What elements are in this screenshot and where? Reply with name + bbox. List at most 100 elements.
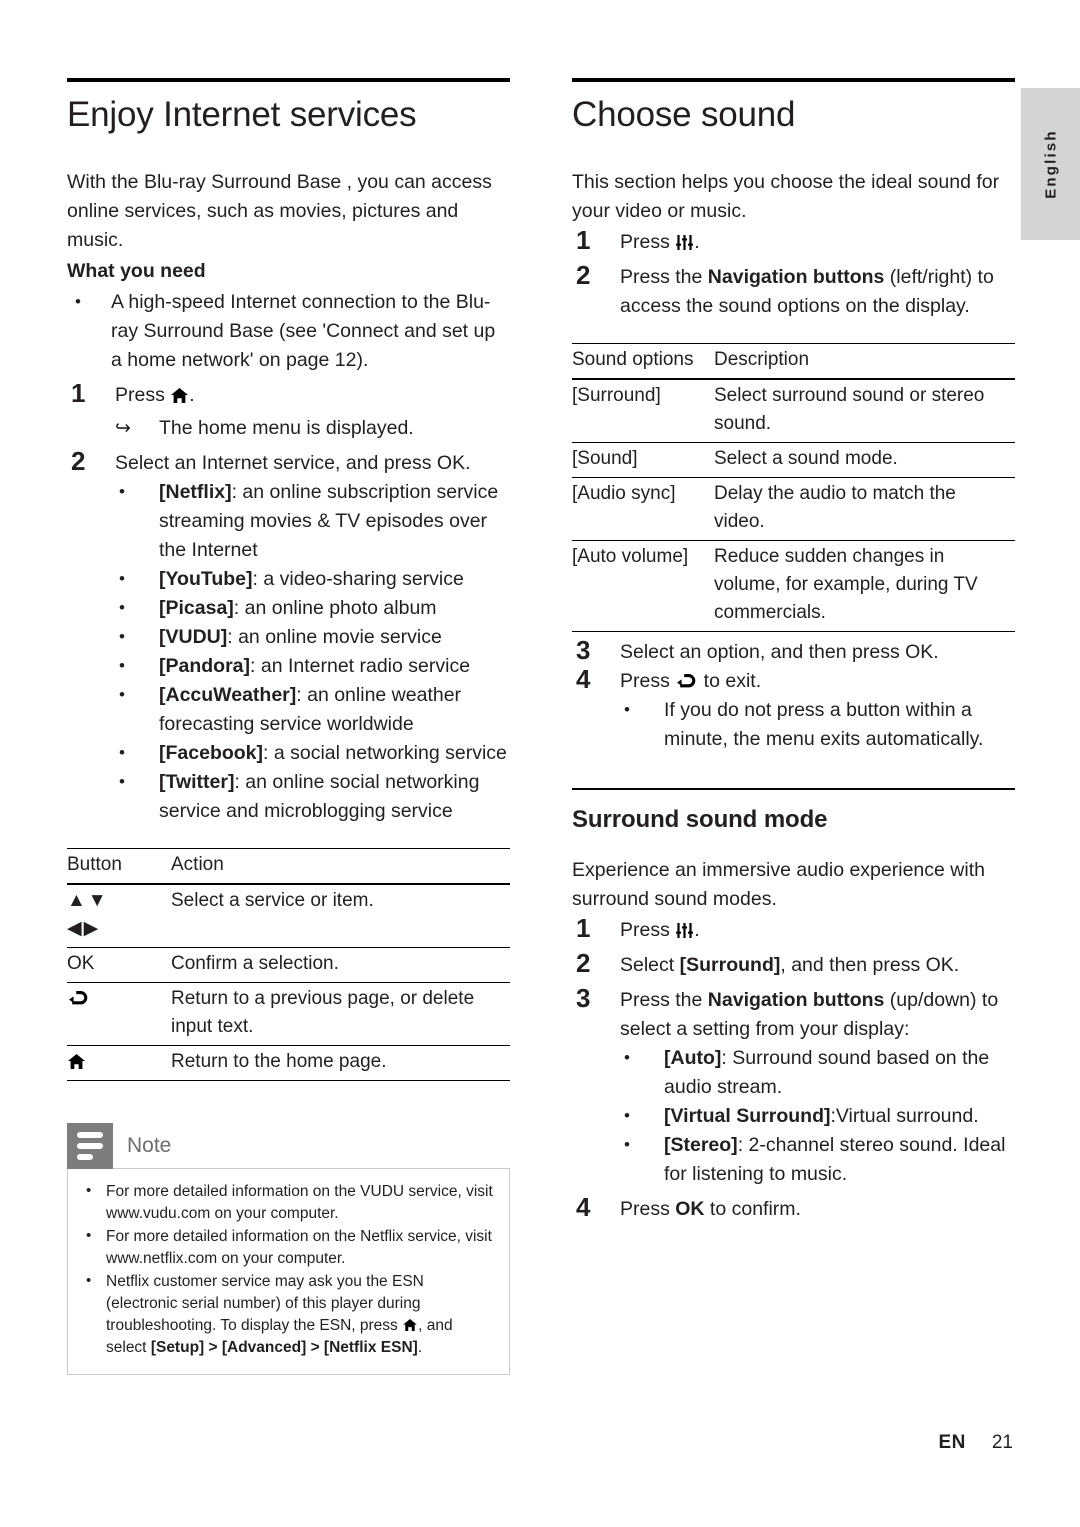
intro-paragraph: With the Blu-ray Surround Base , you can… xyxy=(67,170,492,251)
service-name: [YouTube] xyxy=(159,567,253,590)
service-desc: : a social networking service xyxy=(263,741,507,764)
step-bold-term: Navigation buttons xyxy=(707,265,885,288)
step-text-before: Press the xyxy=(620,988,708,1011)
button-cell-ok: OK xyxy=(67,947,171,983)
step-2: 2 Select an Internet service, and press … xyxy=(67,445,510,478)
services-list: [Netflix]: an online subscription servic… xyxy=(67,477,510,826)
step-text-before: Press xyxy=(620,230,676,253)
column-header-description: Description xyxy=(714,342,1015,380)
setting-name: [Auto] xyxy=(664,1046,722,1069)
list-item: A high-speed Internet connection to the … xyxy=(67,287,510,375)
surround-step-2: 2 Select [Surround], and then press OK. xyxy=(572,947,1015,980)
surround-intro: Experience an immersive audio experience… xyxy=(572,858,985,910)
description-cell: Select a sound mode. xyxy=(714,442,1015,478)
what-you-need-heading: What you need xyxy=(67,259,206,282)
list-item: [Auto]: Surround sound based on the audi… xyxy=(572,1043,1015,1102)
surround-settings-list: [Auto]: Surround sound based on the audi… xyxy=(572,1043,1015,1189)
result-text: The home menu is displayed. xyxy=(159,416,414,439)
button-cell-back xyxy=(67,982,171,1046)
setting-name: [Stereo] xyxy=(664,1133,738,1156)
home-icon xyxy=(403,1318,417,1331)
service-name: [AccuWeather] xyxy=(159,683,297,706)
note-lines-icon xyxy=(67,1122,113,1169)
step-number: 3 xyxy=(576,982,591,1013)
list-item: If you do not press a button within a mi… xyxy=(572,695,1015,754)
step-4-notes: If you do not press a button within a mi… xyxy=(572,695,1015,754)
left-column: Enjoy Internet services With the Blu-ray… xyxy=(67,78,510,1375)
list-item: [YouTube]: a video-sharing service xyxy=(67,564,510,594)
service-name: [Facebook] xyxy=(159,741,264,764)
step-text-after: . xyxy=(694,230,700,253)
sliders-icon xyxy=(676,234,694,250)
step-text: Select an option, and then press OK. xyxy=(620,640,939,663)
service-name: [Netflix] xyxy=(159,480,232,503)
language-tab-label: English xyxy=(1042,129,1059,199)
step-text-after: , and then press OK. xyxy=(780,953,960,976)
option-cell: [Surround] xyxy=(572,378,714,443)
description-cell: Select surround sound or stereo sound. xyxy=(714,378,1015,443)
surround-step-1: 1 Press . xyxy=(572,913,1015,945)
option-cell: [Auto volume] xyxy=(572,540,714,632)
service-desc: : an Internet radio service xyxy=(250,654,471,677)
button-cell-home xyxy=(67,1045,171,1081)
step-text: Select an Internet service, and press OK… xyxy=(115,451,471,474)
step-bold-term: [Surround] xyxy=(679,953,781,976)
up-down-arrows-icon: ▲▼ xyxy=(67,889,109,911)
list-item: For more detailed information on the Net… xyxy=(78,1225,495,1270)
note-title: Note xyxy=(127,1133,172,1157)
step-number: 2 xyxy=(71,445,86,476)
surround-step-4: 4 Press OK to confirm. xyxy=(572,1192,1015,1224)
table-header-row: Button Action xyxy=(67,847,510,885)
surround-heading: Surround sound mode xyxy=(572,805,828,833)
section-title: Choose sound xyxy=(572,95,796,134)
page-title: Enjoy Internet services xyxy=(67,95,417,134)
intro-paragraph: This section helps you choose the ideal … xyxy=(572,170,1000,222)
step-1: 1 Press . xyxy=(67,378,510,410)
table-row: Return to the home page. xyxy=(67,1045,510,1081)
right-column: Choose sound This section helps you choo… xyxy=(572,78,1015,1224)
step-text-before: Press xyxy=(115,383,171,406)
manual-page: English Enjoy Internet services With the… xyxy=(0,0,1080,1527)
list-item: [Virtual Surround]:Virtual surround. xyxy=(572,1101,1015,1131)
step-1-result: ↪ The home menu is displayed. xyxy=(67,414,510,443)
step-bold-term: OK xyxy=(675,1197,705,1220)
list-item: [Facebook]: a social networking service xyxy=(67,738,510,768)
service-name: [VUDU] xyxy=(159,625,228,648)
list-item: [Pandora]: an Internet radio service xyxy=(67,651,510,681)
home-icon xyxy=(68,1053,85,1069)
list-item: [AccuWeather]: an online weather forecas… xyxy=(67,680,510,739)
footer-language-code: EN xyxy=(938,1432,966,1453)
step-number: 2 xyxy=(576,259,591,290)
step-number: 2 xyxy=(576,947,591,978)
table-row: OK Confirm a selection. xyxy=(67,947,510,983)
note-box: Note For more detailed information on th… xyxy=(67,1122,510,1375)
table-row: Return to a previous page, or delete inp… xyxy=(67,982,510,1046)
step-text-after: . xyxy=(694,918,700,941)
action-cell: Confirm a selection. xyxy=(171,947,510,983)
description-cell: Reduce sudden changes in volume, for exa… xyxy=(714,540,1015,632)
step-4: 4 Press to exit. xyxy=(572,664,1015,696)
note-list: For more detailed information on the VUD… xyxy=(78,1180,495,1359)
step-text-before: Select xyxy=(620,953,680,976)
option-cell: [Audio sync] xyxy=(572,477,714,541)
service-name: [Pandora] xyxy=(159,654,251,677)
step-text-after: to exit. xyxy=(698,669,762,692)
list-item: [Twitter]: an online social networking s… xyxy=(67,767,510,826)
list-item: For more detailed information on the VUD… xyxy=(78,1180,495,1225)
back-icon xyxy=(69,990,88,1005)
step-text-after: to confirm. xyxy=(704,1197,801,1220)
language-tab: English xyxy=(1021,88,1080,240)
step-text-before: Press xyxy=(620,1197,676,1220)
button-action-table: Button Action ▲▼ ◀▶ Select a service or … xyxy=(67,847,510,1081)
column-header-action: Action xyxy=(171,847,510,885)
table-header-row: Sound options Description xyxy=(572,342,1015,380)
step-text-before: Press xyxy=(620,918,676,941)
list-item: Netflix customer service may ask you the… xyxy=(78,1270,495,1359)
note-header: Note xyxy=(67,1122,510,1169)
left-right-arrows-icon: ◀▶ xyxy=(67,917,101,939)
service-desc: : an online movie service xyxy=(227,625,442,648)
setting-desc: :Virtual surround. xyxy=(830,1104,979,1127)
action-cell: Return to the home page. xyxy=(171,1045,510,1081)
table-row: [Sound] Select a sound mode. xyxy=(572,442,1015,478)
service-desc: : an online photo album xyxy=(233,596,437,619)
